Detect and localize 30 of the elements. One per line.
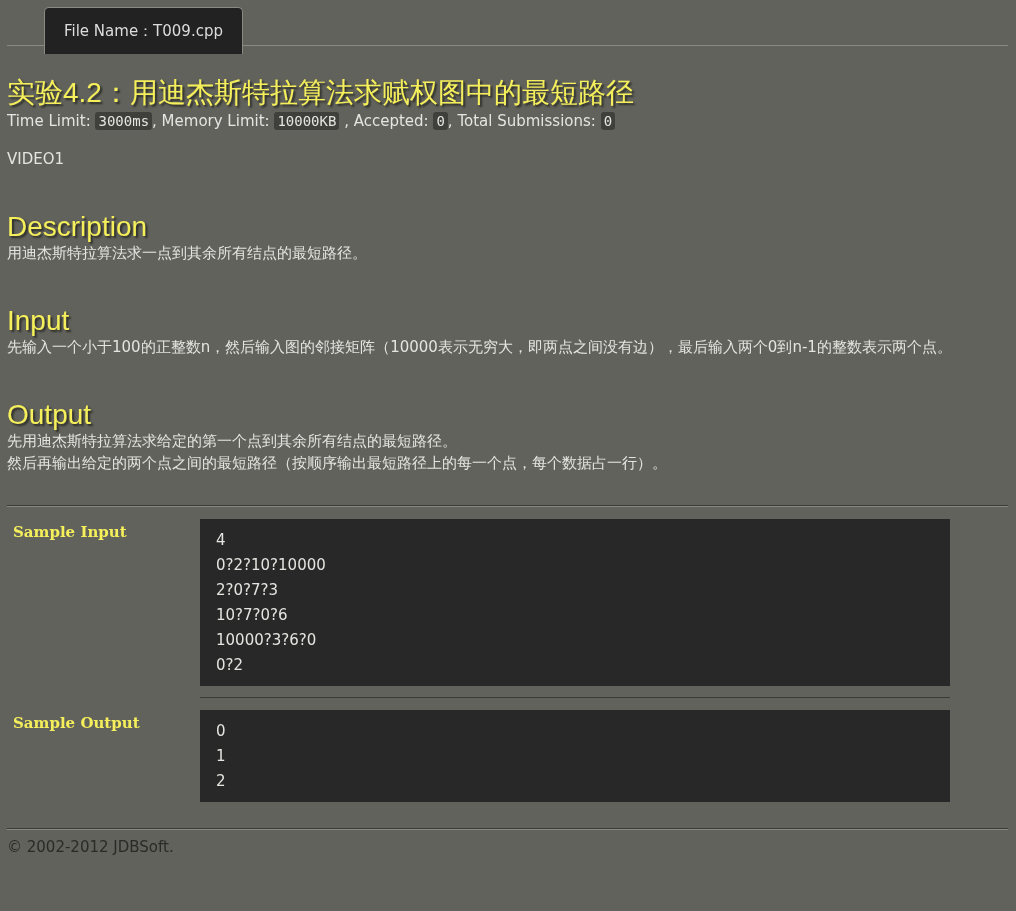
- section-text: 先输入一个小于100的正整数n，然后输入图的邻接矩阵（10000表示无穷大，即两点之间没有边），最后输入两个0到n-1的整数表示两个点。: [7, 337, 953, 358]
- code-line: 10?7?0?6: [216, 605, 289, 626]
- stat-label: , Accepted:: [343, 112, 430, 130]
- stat-value: 3000ms: [95, 112, 153, 130]
- code-line: 0?2: [216, 655, 245, 676]
- problem-title: 实验4.2：用迪杰斯特拉算法求赋权图中的最短路径: [7, 76, 635, 110]
- section-text: 然后再输出给定的两个点之间的最短路径（按顺序输出最短路径上的每一个点，每个数据占一行）。: [7, 453, 668, 474]
- note-text: VIDEO1: [7, 149, 66, 170]
- sample-label: Sample Input: [12, 522, 128, 543]
- code-line: 10000?3?6?0: [216, 630, 318, 651]
- section-heading: Input: [7, 306, 71, 336]
- copyright-text: © 2002-2012 JDBSoft.: [7, 838, 175, 856]
- code-line: 2?0?7?3: [216, 580, 280, 601]
- code-line: 0?2?10?10000: [216, 555, 327, 576]
- code-line: 1: [216, 746, 227, 767]
- section-heading: Output: [7, 400, 93, 430]
- file-name-tab[interactable]: File Name：T009.cpp: [44, 7, 243, 54]
- code-line: 0: [216, 721, 227, 742]
- section-text: 先用迪杰斯特拉算法求给定的第一个点到其余所有结点的最短路径。: [7, 431, 458, 452]
- stat-label: Time Limit:: [7, 112, 92, 130]
- stat-value: 10000KB: [274, 112, 340, 130]
- stat-label: , Total Submissions:: [447, 112, 597, 130]
- stat-value: 0: [433, 112, 448, 130]
- code-line: 4: [216, 530, 227, 551]
- stat-label: , Memory Limit:: [152, 112, 271, 130]
- section-text: 用迪杰斯特拉算法求一点到其余所有结点的最短路径。: [7, 243, 368, 264]
- sample-label: Sample Output: [12, 713, 141, 734]
- stat-value: 0: [600, 112, 616, 130]
- code-line: 2: [216, 771, 227, 792]
- section-heading: Description: [7, 212, 149, 242]
